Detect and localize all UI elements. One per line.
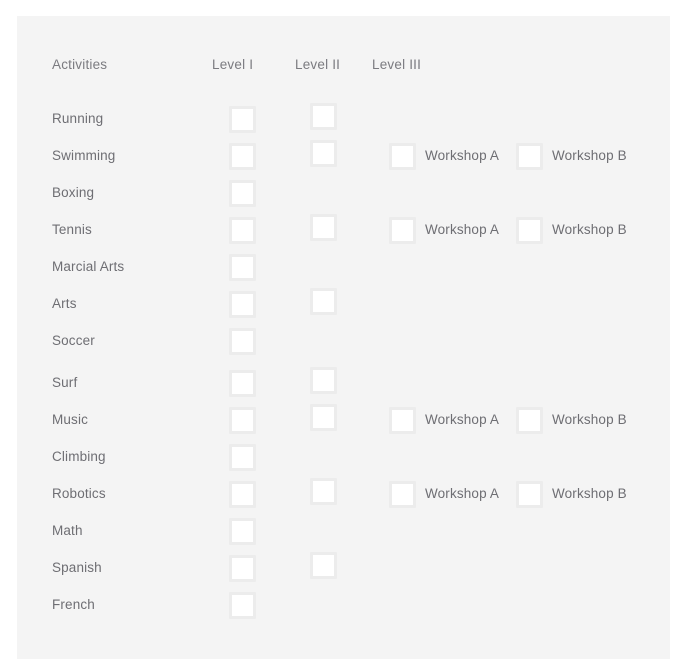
activity-label: Tennis (52, 222, 92, 237)
checkbox-level-2[interactable] (310, 478, 337, 505)
activity-label: Robotics (52, 486, 106, 501)
activity-label: Surf (52, 375, 78, 390)
activity-label: Running (52, 111, 104, 126)
activity-label: Soccer (52, 333, 95, 348)
activity-row: Arts (17, 286, 670, 323)
checkbox-level-1[interactable] (229, 481, 256, 508)
checkbox-level-2[interactable] (310, 103, 337, 130)
activity-label: Swimming (52, 148, 116, 163)
workshop-b-label[interactable]: Workshop B (552, 412, 627, 428)
checkbox-level-1[interactable] (229, 143, 256, 170)
activity-row: Spanish (17, 550, 670, 587)
checkbox-level-3-workshop-b[interactable] (516, 481, 543, 508)
checkbox-level-2[interactable] (310, 214, 337, 241)
checkbox-level-1[interactable] (229, 555, 256, 582)
workshop-a-label[interactable]: Workshop A (425, 222, 499, 238)
column-header-level-3: Level III (372, 57, 422, 72)
column-header-level-1: Level I (212, 57, 254, 72)
workshop-a-label[interactable]: Workshop A (425, 412, 499, 428)
checkbox-level-1[interactable] (229, 328, 256, 355)
checkbox-level-3-workshop-a[interactable] (389, 481, 416, 508)
activity-label: Music (52, 412, 89, 427)
activity-label: Arts (52, 296, 77, 311)
checkbox-level-3-workshop-b[interactable] (516, 143, 543, 170)
checkbox-level-3-workshop-a[interactable] (389, 407, 416, 434)
checkbox-level-2[interactable] (310, 367, 337, 394)
app-root: Activities Level I Level II Level III Ru… (0, 0, 682, 659)
checkbox-level-2[interactable] (310, 552, 337, 579)
checkbox-level-1[interactable] (229, 291, 256, 318)
activity-label: French (52, 597, 95, 612)
column-header-level-2: Level II (295, 57, 341, 72)
workshop-a-label[interactable]: Workshop A (425, 148, 499, 164)
checkbox-level-1[interactable] (229, 444, 256, 471)
activities-grid: Activities Level I Level II Level III Ru… (17, 16, 670, 659)
activity-label: Marcial Arts (52, 259, 125, 274)
workshop-a-label[interactable]: Workshop A (425, 486, 499, 502)
activities-panel: Activities Level I Level II Level III Ru… (17, 16, 670, 659)
activity-row: Soccer (17, 323, 670, 360)
checkbox-level-1[interactable] (229, 518, 256, 545)
activity-row: French (17, 587, 670, 624)
checkbox-level-1[interactable] (229, 217, 256, 244)
activity-row: Music Workshop A Workshop B (17, 402, 670, 439)
activity-row: Boxing (17, 175, 670, 212)
checkbox-level-3-workshop-a[interactable] (389, 217, 416, 244)
workshop-b-label[interactable]: Workshop B (552, 148, 627, 164)
activity-label: Climbing (52, 449, 106, 464)
checkbox-level-2[interactable] (310, 404, 337, 431)
checkbox-level-1[interactable] (229, 106, 256, 133)
checkbox-level-1[interactable] (229, 370, 256, 397)
activity-label: Boxing (52, 185, 95, 200)
checkbox-level-1[interactable] (229, 254, 256, 281)
checkbox-level-1[interactable] (229, 592, 256, 619)
activity-row: Swimming Workshop A Workshop B (17, 138, 670, 175)
activity-row: Robotics Workshop A Workshop B (17, 476, 670, 513)
column-header-activities: Activities (52, 57, 108, 72)
checkbox-level-3-workshop-a[interactable] (389, 143, 416, 170)
activity-row: Climbing (17, 439, 670, 476)
activity-row: Marcial Arts (17, 249, 670, 286)
activity-label: Spanish (52, 560, 102, 575)
workshop-b-label[interactable]: Workshop B (552, 486, 627, 502)
activity-row: Running (17, 101, 670, 138)
activity-label: Math (52, 523, 83, 538)
checkbox-level-2[interactable] (310, 288, 337, 315)
checkbox-level-3-workshop-b[interactable] (516, 217, 543, 244)
checkbox-level-1[interactable] (229, 180, 256, 207)
checkbox-level-1[interactable] (229, 407, 256, 434)
activity-row: Surf (17, 365, 670, 402)
checkbox-level-2[interactable] (310, 140, 337, 167)
activity-row: Tennis Workshop A Workshop B (17, 212, 670, 249)
workshop-b-label[interactable]: Workshop B (552, 222, 627, 238)
checkbox-level-3-workshop-b[interactable] (516, 407, 543, 434)
activity-row: Math (17, 513, 670, 550)
